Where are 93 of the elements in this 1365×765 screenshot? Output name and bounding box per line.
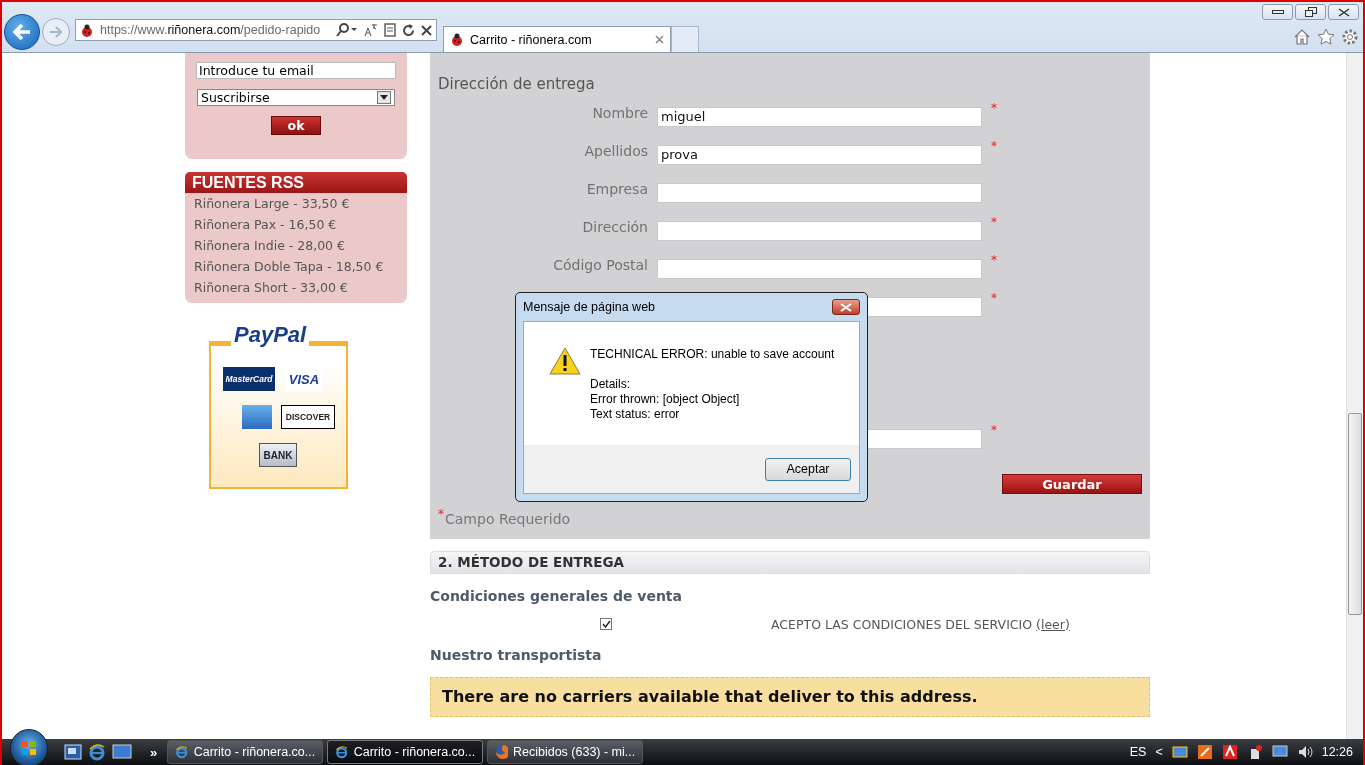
desktop-switch-icon[interactable] [64,744,82,760]
section-title: Dirección de entrega [438,75,596,95]
refresh-icon[interactable] [402,23,415,37]
rss-link[interactable]: Riñonera Pax - 16,50 € [185,214,407,235]
document-icon[interactable] [384,23,396,37]
more-toolbars[interactable]: » [150,744,158,760]
accept-button[interactable]: Aceptar [765,457,851,481]
text-field[interactable] [657,183,982,203]
rss-link[interactable]: Riñonera Large - 33,50 € [185,193,407,214]
ladybug-icon [80,23,94,37]
error-detail: Text status: error [590,407,681,422]
dialog-title: Mensaje de página web [523,300,656,314]
star-icon[interactable] [1317,28,1335,45]
text-field[interactable] [657,259,982,279]
browser-e-icon [88,743,106,761]
close-icon [840,302,852,312]
terms-label: ACEPTO LAS CONDICIONES DEL SERVICIO [771,616,1033,632]
close-icon[interactable] [421,24,432,36]
ok-button[interactable]: ok [271,116,321,135]
required-mark: * [438,507,444,521]
terms-heading: Condiciones generales de venta [430,588,683,604]
required-mark: * [991,101,998,115]
error-detail: Error thrown: [object Object] [590,392,741,407]
rss-link[interactable]: Riñonera Short - 33,00 € [185,277,407,298]
restore-button[interactable] [1295,4,1326,20]
required-mark: * [991,291,998,305]
clock[interactable]: 12:26 [1321,745,1353,759]
card-logo: VISA [285,367,323,391]
network-tray-icon[interactable] [1171,744,1188,760]
close-icon [1337,7,1350,17]
text-field[interactable]: prova [657,145,982,165]
section-header: 2. MÉTODO DE ENTREGA [430,551,1150,574]
settings-icon[interactable] [1341,28,1359,46]
required-mark: * [991,139,998,153]
dropdown-arrow-icon [380,95,388,100]
compatibility-icon[interactable] [364,23,378,37]
language-indicator[interactable]: ES [1129,745,1147,759]
minimize-button[interactable] [1262,4,1293,20]
email-field[interactable]: Introduce tu email [196,62,396,79]
arrow-left-icon [12,23,32,41]
carrier-notice: There are no carriers available that deliver to this address. [430,677,1150,717]
address-bar[interactable]: https://www.riñonera.com/pedido-rapido [75,19,437,41]
browser-e-icon [335,743,349,761]
search-icon[interactable] [336,23,358,37]
rss-link[interactable]: Riñonera Doble Tapa - 18,50 € [185,256,407,277]
required-mark: * [991,253,998,267]
windows-logo-icon [21,740,37,756]
text-field[interactable] [657,221,982,241]
volume-icon[interactable] [1296,744,1313,760]
card-logo: DISCOVER [281,405,335,429]
rss-title: FUENTES RSS [185,172,407,193]
field-label: Dirección [581,219,648,235]
rss-link[interactable]: Riñonera Indie - 28,00 € [185,235,407,256]
bank-logo: BANK [259,443,297,467]
taskbar-button[interactable]: Carrito - riñonera.co... [327,740,484,764]
back-button[interactable] [4,14,40,50]
carrier-heading: Nuestro transportista [430,647,603,663]
taskbar-button[interactable]: Recibidos (633) - mi... [487,740,644,764]
required-note: Campo Requerido [445,511,571,527]
antivirus-tray-icon[interactable] [1221,744,1238,760]
field-label: Empresa [585,181,648,197]
show-hidden-icons[interactable]: < [1155,745,1163,759]
required-mark: * [991,423,998,437]
scrollbar[interactable] [1346,53,1363,739]
desktop-icon[interactable] [112,744,132,760]
restore-icon [1304,7,1317,17]
start-button[interactable] [10,729,48,765]
minimize-icon [1271,9,1284,15]
arrow-right-icon [49,26,63,38]
close-button[interactable] [832,299,860,315]
card-logo: MasterCard [223,367,275,391]
ladybug-icon [450,33,464,46]
terms-checkbox[interactable] [600,618,612,630]
text-field[interactable]: miguel [657,107,982,127]
browser-e-icon [175,743,189,761]
save-button[interactable]: Guardar [1002,474,1142,494]
field-label: Apellidos [583,143,648,159]
home-icon[interactable] [1293,28,1311,45]
monitor-tray-icon[interactable] [1271,744,1288,760]
browser-fox-icon [495,744,508,760]
field-label: Código Postal [552,257,648,273]
close-button[interactable] [1328,4,1359,20]
taskbar-button[interactable]: Carrito - riñonera.co... [167,740,324,764]
required-mark: * [991,215,998,229]
app-tray-icon[interactable] [1196,744,1213,760]
card-logo [242,405,272,429]
error-message: TECHNICAL ERROR: unable to save account [590,347,835,362]
field-label: Nombre [591,105,648,121]
read-link[interactable]: (leer) [1036,616,1070,632]
subscribe-dropdown[interactable]: Suscribirse [197,89,395,106]
warning-icon [549,347,581,375]
browser-tab[interactable]: Carrito - riñonera.com [443,26,671,52]
error-detail: Details: [590,377,631,392]
